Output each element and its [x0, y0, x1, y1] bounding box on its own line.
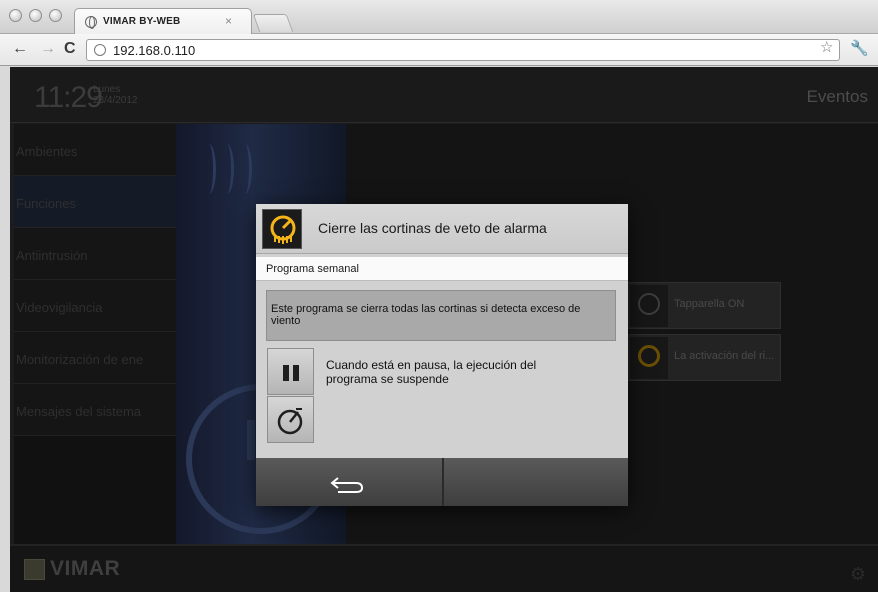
heat-wave-icon: [220, 144, 234, 194]
return-arrow-icon: [330, 477, 364, 493]
gauge-icon: [262, 209, 302, 249]
page-info-icon: [94, 44, 106, 56]
gauge-icon: [638, 345, 660, 367]
sidebar-item-mensajes[interactable]: Mensajes del sistema: [14, 384, 176, 436]
browser-toolbar: ← → C 192.168.0.110 ☆ 🔧: [0, 34, 878, 66]
program-description: Este programa se cierra todas las cortin…: [271, 303, 581, 327]
function-card[interactable]: La activación del ri...: [627, 334, 781, 381]
sidebar-item-label: Funciones: [16, 196, 76, 211]
new-tab-button[interactable]: [252, 14, 294, 32]
back-button[interactable]: [256, 458, 442, 506]
brand-name: VIMAR: [50, 557, 121, 580]
settings-icon[interactable]: ⚙: [850, 564, 866, 585]
sidebar-item-funciones[interactable]: Funciones: [14, 176, 176, 228]
url-text: 192.168.0.110: [113, 43, 196, 58]
heat-wave-icon: [202, 144, 216, 194]
bookmark-star-icon[interactable]: ☆: [820, 38, 833, 56]
wrench-menu-icon[interactable]: 🔧: [850, 39, 869, 57]
dialog-subtitle-bar: Programa semanal: [256, 257, 628, 281]
card-icon-box: [630, 337, 668, 379]
program-description-box: Este programa se cierra todas las cortin…: [266, 290, 616, 341]
function-card[interactable]: Tapparella ON: [627, 282, 781, 329]
tab-strip: VIMAR BY-WEB ×: [0, 0, 878, 35]
pause-icon: [283, 365, 289, 381]
clock-time: 11:29: [34, 81, 103, 114]
sidebar-item-monitorizacion[interactable]: Monitorización de ene: [14, 332, 176, 384]
reload-icon[interactable]: C: [64, 40, 76, 58]
close-window-button[interactable]: [9, 9, 22, 22]
back-arrow-icon[interactable]: ←: [12, 40, 28, 58]
date-value: 23/4/2012: [93, 95, 138, 106]
zoom-window-button[interactable]: [49, 9, 62, 22]
pause-icon: [293, 365, 299, 381]
card-label: La activación del ri...: [674, 350, 775, 362]
app-footer: VIMAR ⚙: [10, 544, 878, 592]
sidebar-item-label: Videovigilancia: [16, 300, 103, 315]
forward-arrow-icon[interactable]: →: [40, 40, 56, 58]
sidebar-item-label: Antiintrusión: [16, 248, 88, 263]
clock-date: Lunes 23/4/2012: [93, 84, 138, 106]
tab-title: VIMAR BY-WEB: [103, 16, 181, 27]
card-label: Tapparella ON: [674, 298, 745, 310]
dialog-title: Cierre las cortinas de veto de alarma: [318, 220, 547, 236]
minimize-window-button[interactable]: [29, 9, 42, 22]
browser-window: VIMAR BY-WEB × ← → C 192.168.0.110 ☆ 🔧 1…: [0, 0, 878, 592]
heat-wave-icon: [238, 144, 252, 194]
sidebar-item-label: Monitorización de ene: [16, 352, 144, 367]
sidebar-item-antiintrusion[interactable]: Antiintrusión: [14, 228, 176, 280]
vimar-logo-icon: [24, 559, 45, 580]
dialog-footer: [256, 458, 628, 506]
globe-icon: [85, 16, 97, 29]
gauge-icon: [638, 293, 660, 315]
card-icon-box: [630, 285, 668, 327]
sidebar-item-label: Ambientes: [16, 144, 78, 159]
pause-button[interactable]: [267, 348, 314, 395]
events-button[interactable]: Eventos: [807, 87, 868, 107]
app-header: 11:29 Lunes 23/4/2012 Eventos: [10, 67, 878, 123]
address-bar[interactable]: 192.168.0.110: [86, 39, 840, 61]
dialog-subtitle: Programa semanal: [266, 263, 359, 275]
close-tab-icon[interactable]: ×: [225, 14, 232, 28]
schedule-button[interactable]: [267, 396, 314, 443]
pause-info-text: Cuando está en pausa, la ejecución del p…: [326, 358, 537, 386]
sidebar-item-ambientes[interactable]: Ambientes: [14, 124, 176, 176]
gauge-edit-icon: [277, 408, 303, 435]
dialog-header: Cierre las cortinas de veto de alarma: [256, 204, 628, 254]
sidebar-item-videovigilancia[interactable]: Videovigilancia: [14, 280, 176, 332]
sidebar-item-label: Mensajes del sistema: [16, 404, 141, 419]
day-name: Lunes: [93, 84, 121, 95]
sidebar: Ambientes Funciones Antiintrusión Videov…: [14, 124, 176, 544]
confirm-button[interactable]: [444, 458, 628, 506]
browser-tab[interactable]: VIMAR BY-WEB ×: [74, 8, 252, 35]
program-dialog: Cierre las cortinas de veto de alarma Pr…: [256, 204, 628, 506]
